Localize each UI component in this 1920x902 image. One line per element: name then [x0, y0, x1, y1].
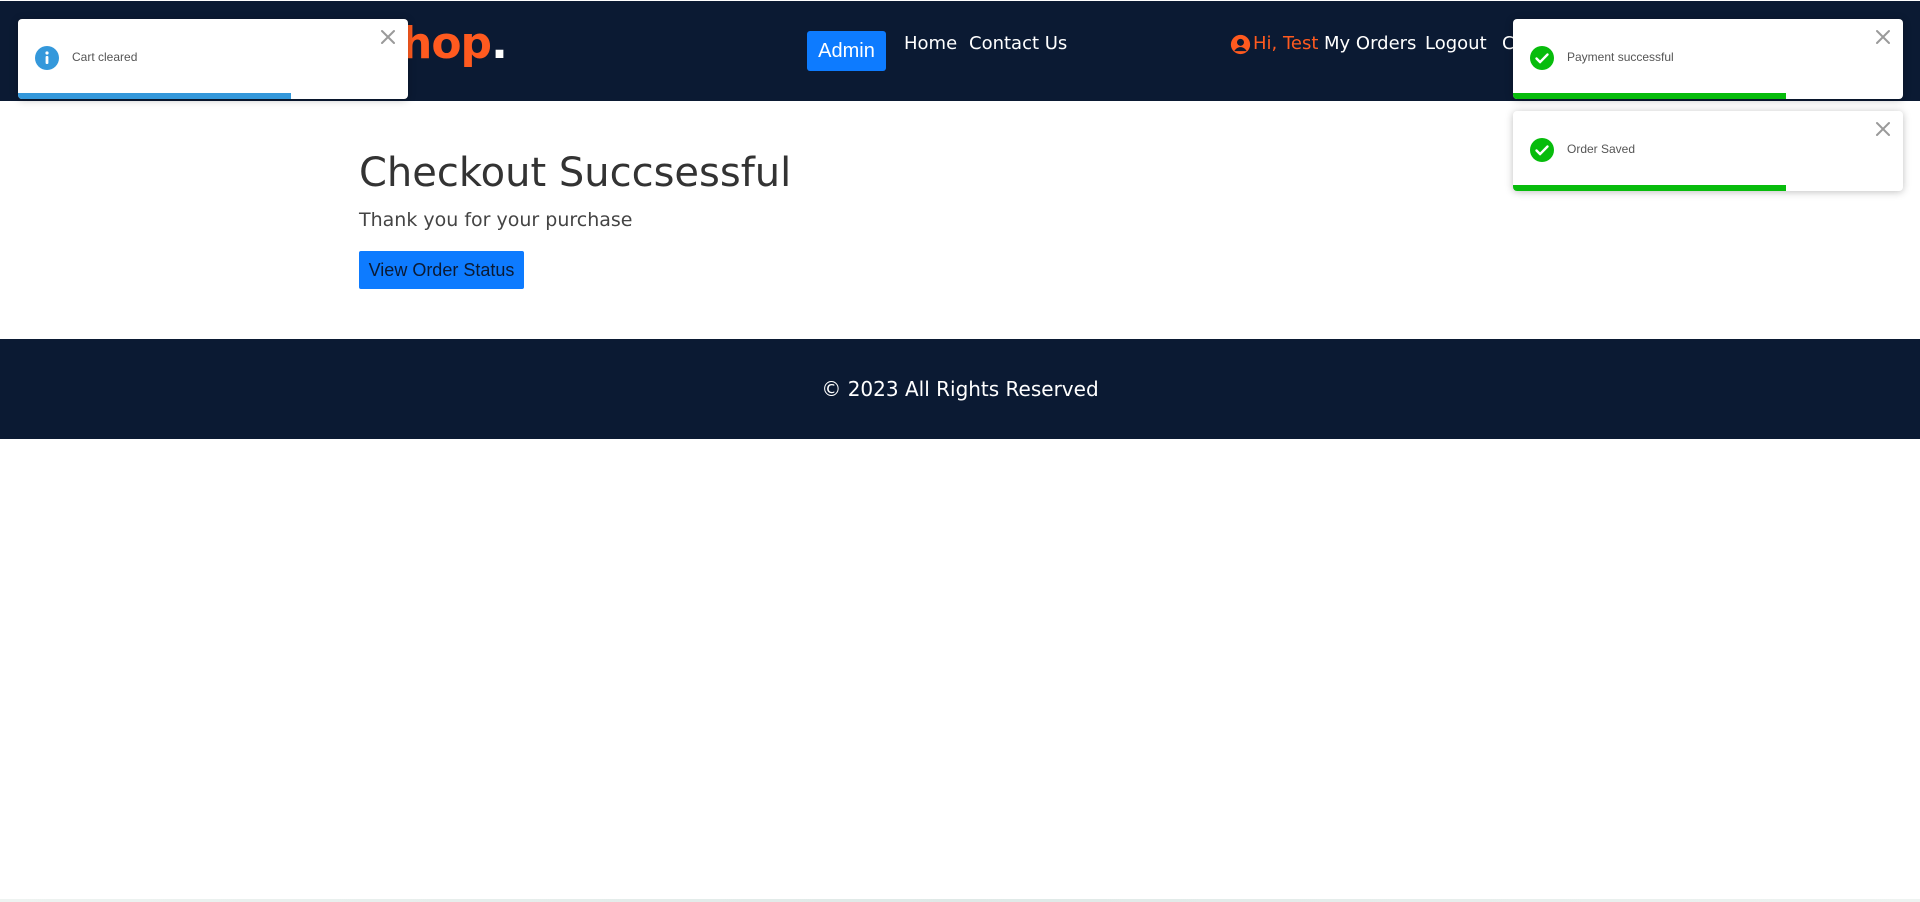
user-greeting[interactable]: Hi, Test [1230, 32, 1318, 56]
check-circle-icon [1530, 138, 1554, 162]
user-greeting-label: Hi, Test [1253, 33, 1319, 54]
info-icon [35, 46, 59, 70]
toast-progress-bar [1513, 185, 1786, 191]
toast-order-saved[interactable]: Order Saved [1513, 111, 1903, 191]
footer: © 2023 All Rights Reserved [0, 339, 1920, 439]
close-icon[interactable] [1873, 119, 1893, 139]
toast-progress-bar [18, 93, 291, 99]
thank-you-text: Thank you for your purchase [359, 209, 633, 231]
close-icon[interactable] [378, 27, 398, 47]
toast-message: Order Saved [1567, 142, 1636, 156]
nav-home-link[interactable]: Home [904, 32, 957, 56]
toast-payment-successful[interactable]: Payment successful [1513, 19, 1903, 99]
user-circle-icon [1230, 34, 1251, 54]
site-logo[interactable]: hop. [401, 22, 508, 66]
toast-message: Payment successful [1567, 50, 1674, 64]
navbar-top-border [0, 0, 1920, 1]
close-icon[interactable] [1873, 27, 1893, 47]
admin-button[interactable]: Admin [807, 31, 886, 71]
page-title: Checkout Succsessful [359, 150, 792, 196]
toast-message: Cart cleared [72, 50, 138, 64]
toast-cart-cleared[interactable]: Cart cleared [18, 19, 408, 99]
check-circle-icon [1530, 46, 1554, 70]
view-order-status-button[interactable]: View Order Status [359, 251, 524, 289]
logout-link[interactable]: Logout [1425, 32, 1487, 56]
copyright-text: © 2023 All Rights Reserved [821, 377, 1099, 401]
nav-contact-link[interactable]: Contact Us [969, 32, 1067, 56]
my-orders-link[interactable]: My Orders [1324, 32, 1416, 56]
toast-progress-bar [1513, 93, 1786, 99]
